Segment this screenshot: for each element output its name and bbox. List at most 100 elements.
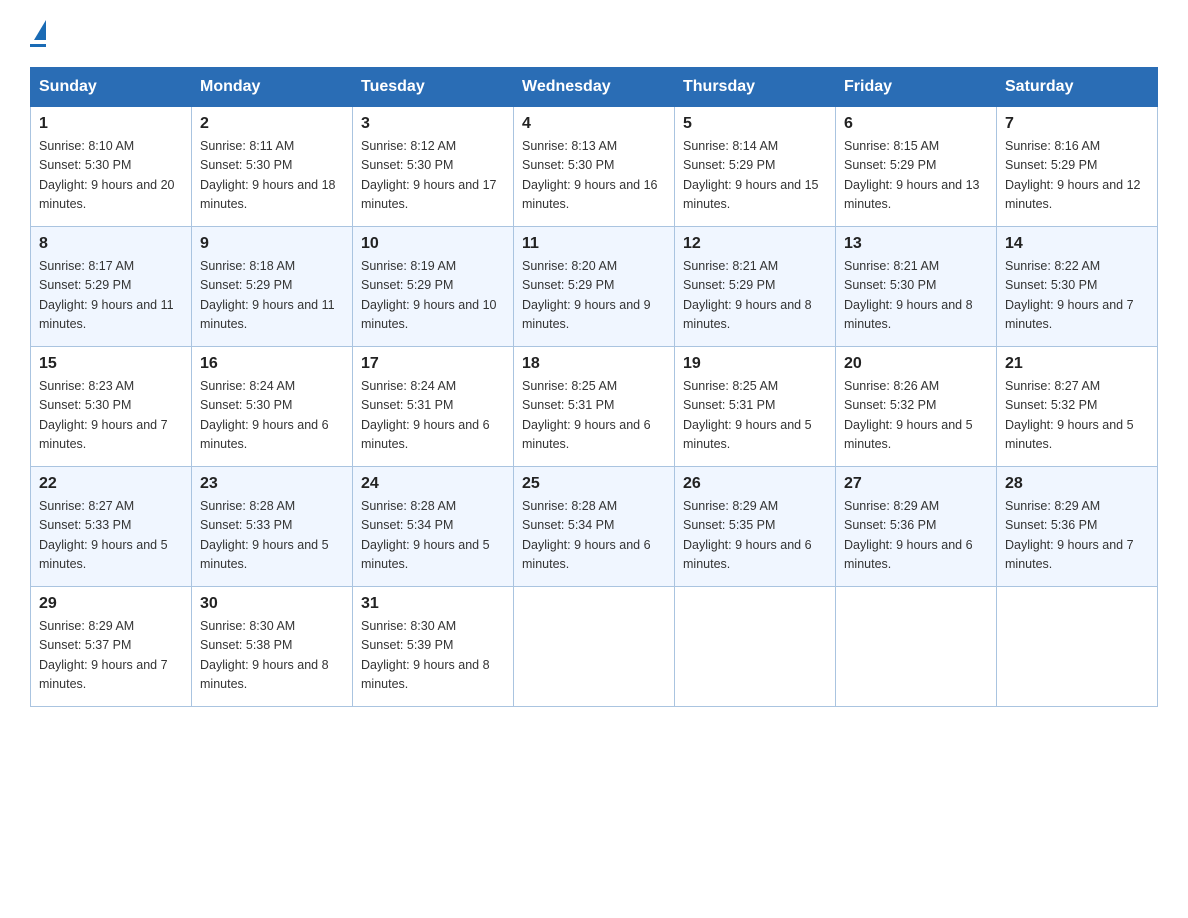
day-info: Sunrise: 8:25 AMSunset: 5:31 PMDaylight:… [522,377,666,455]
day-info: Sunrise: 8:10 AMSunset: 5:30 PMDaylight:… [39,137,183,215]
calendar-cell: 6 Sunrise: 8:15 AMSunset: 5:29 PMDayligh… [836,107,997,227]
day-info: Sunrise: 8:15 AMSunset: 5:29 PMDaylight:… [844,137,988,215]
calendar-cell: 13 Sunrise: 8:21 AMSunset: 5:30 PMDaylig… [836,227,997,347]
day-info: Sunrise: 8:28 AMSunset: 5:33 PMDaylight:… [200,497,344,575]
day-number: 25 [522,475,666,493]
logo-underline [30,44,46,47]
day-info: Sunrise: 8:29 AMSunset: 5:36 PMDaylight:… [1005,497,1149,575]
day-number: 29 [39,595,183,613]
calendar-cell: 15 Sunrise: 8:23 AMSunset: 5:30 PMDaylig… [31,347,192,467]
calendar-cell: 17 Sunrise: 8:24 AMSunset: 5:31 PMDaylig… [353,347,514,467]
day-number: 12 [683,235,827,253]
day-number: 22 [39,475,183,493]
calendar-cell [675,587,836,707]
day-number: 15 [39,355,183,373]
weekday-header-row: SundayMondayTuesdayWednesdayThursdayFrid… [31,68,1158,107]
calendar-cell: 14 Sunrise: 8:22 AMSunset: 5:30 PMDaylig… [997,227,1158,347]
logo [30,20,46,47]
day-number: 2 [200,115,344,133]
day-number: 7 [1005,115,1149,133]
day-number: 21 [1005,355,1149,373]
day-number: 1 [39,115,183,133]
day-number: 16 [200,355,344,373]
day-number: 31 [361,595,505,613]
day-number: 14 [1005,235,1149,253]
weekday-header-friday: Friday [836,68,997,107]
calendar-cell [836,587,997,707]
day-info: Sunrise: 8:28 AMSunset: 5:34 PMDaylight:… [522,497,666,575]
week-row-3: 15 Sunrise: 8:23 AMSunset: 5:30 PMDaylig… [31,347,1158,467]
calendar-cell: 12 Sunrise: 8:21 AMSunset: 5:29 PMDaylig… [675,227,836,347]
page-header [30,20,1158,47]
day-info: Sunrise: 8:23 AMSunset: 5:30 PMDaylight:… [39,377,183,455]
day-number: 19 [683,355,827,373]
week-row-1: 1 Sunrise: 8:10 AMSunset: 5:30 PMDayligh… [31,107,1158,227]
day-info: Sunrise: 8:30 AMSunset: 5:39 PMDaylight:… [361,617,505,695]
weekday-header-thursday: Thursday [675,68,836,107]
day-number: 5 [683,115,827,133]
day-number: 13 [844,235,988,253]
calendar-cell [514,587,675,707]
calendar-cell: 30 Sunrise: 8:30 AMSunset: 5:38 PMDaylig… [192,587,353,707]
day-info: Sunrise: 8:26 AMSunset: 5:32 PMDaylight:… [844,377,988,455]
day-info: Sunrise: 8:29 AMSunset: 5:37 PMDaylight:… [39,617,183,695]
calendar-cell: 2 Sunrise: 8:11 AMSunset: 5:30 PMDayligh… [192,107,353,227]
calendar-table: SundayMondayTuesdayWednesdayThursdayFrid… [30,67,1158,707]
day-number: 28 [1005,475,1149,493]
day-info: Sunrise: 8:24 AMSunset: 5:31 PMDaylight:… [361,377,505,455]
calendar-cell: 31 Sunrise: 8:30 AMSunset: 5:39 PMDaylig… [353,587,514,707]
calendar-cell: 16 Sunrise: 8:24 AMSunset: 5:30 PMDaylig… [192,347,353,467]
day-info: Sunrise: 8:21 AMSunset: 5:29 PMDaylight:… [683,257,827,335]
week-row-5: 29 Sunrise: 8:29 AMSunset: 5:37 PMDaylig… [31,587,1158,707]
day-info: Sunrise: 8:25 AMSunset: 5:31 PMDaylight:… [683,377,827,455]
day-number: 9 [200,235,344,253]
day-info: Sunrise: 8:17 AMSunset: 5:29 PMDaylight:… [39,257,183,335]
calendar-cell: 18 Sunrise: 8:25 AMSunset: 5:31 PMDaylig… [514,347,675,467]
week-row-2: 8 Sunrise: 8:17 AMSunset: 5:29 PMDayligh… [31,227,1158,347]
weekday-header-tuesday: Tuesday [353,68,514,107]
calendar-cell: 7 Sunrise: 8:16 AMSunset: 5:29 PMDayligh… [997,107,1158,227]
day-number: 17 [361,355,505,373]
day-info: Sunrise: 8:18 AMSunset: 5:29 PMDaylight:… [200,257,344,335]
day-number: 8 [39,235,183,253]
day-info: Sunrise: 8:21 AMSunset: 5:30 PMDaylight:… [844,257,988,335]
calendar-cell: 9 Sunrise: 8:18 AMSunset: 5:29 PMDayligh… [192,227,353,347]
day-info: Sunrise: 8:11 AMSunset: 5:30 PMDaylight:… [200,137,344,215]
day-info: Sunrise: 8:19 AMSunset: 5:29 PMDaylight:… [361,257,505,335]
day-info: Sunrise: 8:16 AMSunset: 5:29 PMDaylight:… [1005,137,1149,215]
calendar-cell: 20 Sunrise: 8:26 AMSunset: 5:32 PMDaylig… [836,347,997,467]
calendar-cell: 21 Sunrise: 8:27 AMSunset: 5:32 PMDaylig… [997,347,1158,467]
calendar-cell: 28 Sunrise: 8:29 AMSunset: 5:36 PMDaylig… [997,467,1158,587]
day-number: 6 [844,115,988,133]
day-number: 4 [522,115,666,133]
calendar-cell: 4 Sunrise: 8:13 AMSunset: 5:30 PMDayligh… [514,107,675,227]
calendar-cell [997,587,1158,707]
calendar-cell: 10 Sunrise: 8:19 AMSunset: 5:29 PMDaylig… [353,227,514,347]
day-info: Sunrise: 8:29 AMSunset: 5:35 PMDaylight:… [683,497,827,575]
day-number: 11 [522,235,666,253]
day-number: 3 [361,115,505,133]
day-info: Sunrise: 8:30 AMSunset: 5:38 PMDaylight:… [200,617,344,695]
calendar-cell: 24 Sunrise: 8:28 AMSunset: 5:34 PMDaylig… [353,467,514,587]
day-number: 18 [522,355,666,373]
day-number: 10 [361,235,505,253]
day-number: 30 [200,595,344,613]
day-info: Sunrise: 8:27 AMSunset: 5:32 PMDaylight:… [1005,377,1149,455]
calendar-cell: 5 Sunrise: 8:14 AMSunset: 5:29 PMDayligh… [675,107,836,227]
day-info: Sunrise: 8:13 AMSunset: 5:30 PMDaylight:… [522,137,666,215]
calendar-cell: 25 Sunrise: 8:28 AMSunset: 5:34 PMDaylig… [514,467,675,587]
calendar-cell: 26 Sunrise: 8:29 AMSunset: 5:35 PMDaylig… [675,467,836,587]
day-number: 24 [361,475,505,493]
calendar-cell: 27 Sunrise: 8:29 AMSunset: 5:36 PMDaylig… [836,467,997,587]
day-info: Sunrise: 8:28 AMSunset: 5:34 PMDaylight:… [361,497,505,575]
calendar-cell: 11 Sunrise: 8:20 AMSunset: 5:29 PMDaylig… [514,227,675,347]
calendar-cell: 19 Sunrise: 8:25 AMSunset: 5:31 PMDaylig… [675,347,836,467]
day-number: 27 [844,475,988,493]
day-number: 26 [683,475,827,493]
day-info: Sunrise: 8:12 AMSunset: 5:30 PMDaylight:… [361,137,505,215]
day-info: Sunrise: 8:29 AMSunset: 5:36 PMDaylight:… [844,497,988,575]
calendar-cell: 29 Sunrise: 8:29 AMSunset: 5:37 PMDaylig… [31,587,192,707]
calendar-cell: 23 Sunrise: 8:28 AMSunset: 5:33 PMDaylig… [192,467,353,587]
day-info: Sunrise: 8:20 AMSunset: 5:29 PMDaylight:… [522,257,666,335]
weekday-header-saturday: Saturday [997,68,1158,107]
